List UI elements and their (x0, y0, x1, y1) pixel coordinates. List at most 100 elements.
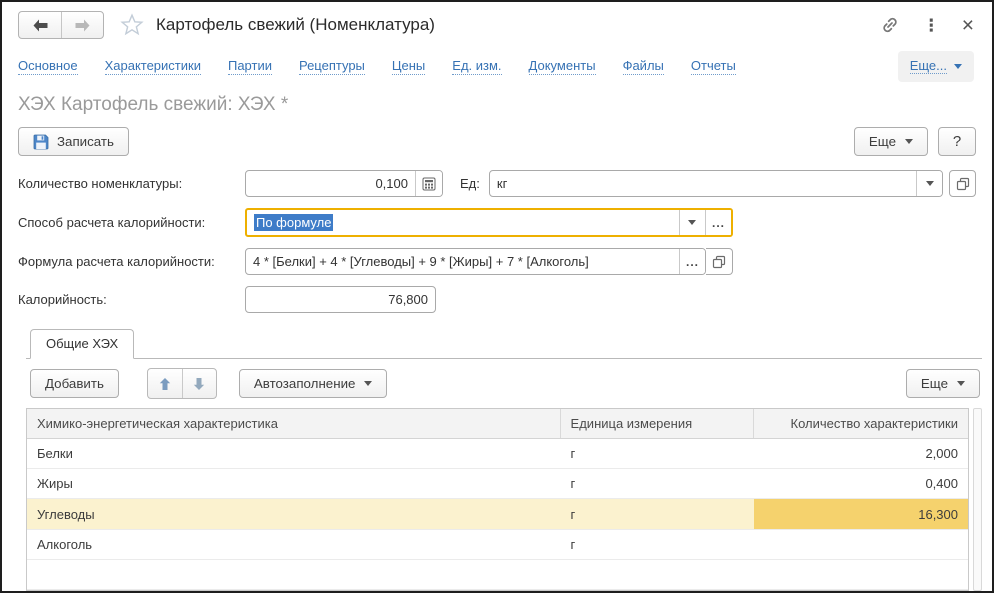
table-header: Химико-энергетическая характеристика Еди… (27, 409, 968, 439)
formula-input[interactable]: 4 * [Белки] + 4 * [Углеводы] + 9 * [Жиры… (246, 249, 679, 274)
window-title: Картофель свежий (Номенклатура) (156, 15, 435, 35)
cell-qty[interactable]: 2,000 (754, 439, 968, 468)
nav-link-prices[interactable]: Цены (392, 58, 425, 75)
nav-link-recipes[interactable]: Рецептуры (299, 58, 365, 75)
table-wrap: Химико-энергетическая характеристика Еди… (26, 408, 982, 591)
vertical-scrollbar[interactable] (973, 408, 982, 591)
chevron-down-icon (926, 181, 934, 186)
cell-unit[interactable]: г (561, 469, 755, 498)
nav-link-units[interactable]: Ед. изм. (452, 58, 501, 75)
forward-arrow-icon (74, 19, 91, 32)
unit-input[interactable]: кг (490, 171, 916, 196)
save-button[interactable]: Записать (18, 127, 129, 156)
quantity-label: Количество номенклатуры: (18, 176, 245, 191)
selected-text: По формуле (254, 214, 333, 231)
move-row-buttons (147, 368, 217, 399)
table-row[interactable]: Алкоголь г (27, 530, 968, 560)
add-row-button[interactable]: Добавить (30, 369, 119, 398)
formula-label: Формула расчета калорийности: (18, 254, 245, 269)
app-window: Картофель свежий (Номенклатура) ⋮ × Осно… (0, 0, 994, 593)
col-header-quantity[interactable]: Количество характеристики (754, 409, 968, 438)
title-bar: Картофель свежий (Номенклатура) ⋮ × (2, 2, 992, 43)
chevron-down-icon (905, 139, 913, 144)
close-icon[interactable]: × (962, 15, 974, 36)
unit-field-group: кг (489, 170, 943, 197)
calories-row: Калорийность: 76,800 (18, 286, 976, 313)
calculator-icon (422, 177, 436, 191)
col-header-characteristic[interactable]: Химико-энергетическая характеристика (27, 409, 561, 438)
more-menu-icon[interactable]: ⋮ (923, 17, 940, 34)
chevron-down-icon (688, 220, 696, 225)
cell-unit[interactable]: г (561, 530, 755, 559)
save-floppy-icon (33, 134, 49, 150)
cell-name[interactable]: Углеводы (27, 499, 561, 528)
calories-label: Калорийность: (18, 292, 245, 307)
cell-name[interactable]: Белки (27, 439, 561, 468)
calculator-button[interactable] (415, 171, 442, 196)
table-row[interactable]: Белки г 2,000 (27, 439, 968, 469)
nav-link-characteristics[interactable]: Характеристики (105, 58, 201, 75)
move-up-button[interactable] (148, 369, 182, 398)
table-row[interactable]: Жиры г 0,400 (27, 469, 968, 499)
formula-field-group: 4 * [Белки] + 4 * [Углеводы] + 9 * [Жиры… (245, 248, 706, 275)
tab-general-hex[interactable]: Общие ХЭХ (30, 329, 134, 359)
method-combobox: По формуле ... (245, 208, 733, 237)
forward-button[interactable] (61, 12, 103, 38)
chevron-down-icon (364, 381, 372, 386)
method-label: Способ расчета калорийности: (18, 215, 245, 230)
method-row: Способ расчета калорийности: По формуле … (18, 208, 976, 237)
method-dropdown-button[interactable] (679, 210, 705, 235)
table-toolbar: Добавить Автозаполнение (26, 359, 982, 408)
calories-field-group: 76,800 (245, 286, 436, 313)
table-more-button[interactable]: Еще (906, 369, 980, 398)
form: Количество номенклатуры: 0,100 Ед: (2, 164, 992, 324)
quantity-row: Количество номенклатуры: 0,100 Ед: (18, 170, 976, 197)
back-button[interactable] (19, 12, 61, 38)
command-bar: Записать Еще ? (2, 118, 992, 164)
chevron-down-icon (954, 64, 962, 69)
table-row-selected[interactable]: Углеводы г 16,300 (27, 499, 968, 529)
col-header-unit[interactable]: Единица измерения (561, 409, 755, 438)
table-row-empty[interactable] (27, 560, 968, 590)
unit-label: Ед: (460, 176, 480, 191)
cell-unit[interactable]: г (561, 499, 755, 528)
method-input[interactable]: По формуле (247, 210, 679, 235)
table-section: Добавить Автозаполнение (26, 359, 982, 591)
commandbar-more-button[interactable]: Еще (854, 127, 928, 156)
method-choose-button[interactable]: ... (705, 210, 731, 235)
hex-table: Химико-энергетическая характеристика Еди… (26, 408, 969, 591)
back-arrow-icon (32, 19, 49, 32)
cell-qty[interactable]: 0,400 (754, 469, 968, 498)
page-title: ХЭХ Картофель свежий: ХЭХ * (2, 88, 992, 118)
nav-link-documents[interactable]: Документы (529, 58, 596, 75)
unit-open-button[interactable] (949, 170, 976, 197)
cell-qty-active[interactable]: 16,300 (754, 499, 968, 528)
quantity-input[interactable]: 0,100 (246, 171, 415, 196)
unit-dropdown-button[interactable] (916, 171, 942, 196)
formula-open-button[interactable] (706, 248, 733, 275)
arrow-down-icon (192, 377, 206, 391)
nav-link-reports[interactable]: Отчеты (691, 58, 736, 75)
formula-choose-button[interactable]: ... (679, 249, 705, 274)
move-down-button[interactable] (182, 369, 216, 398)
favorite-star-icon[interactable] (120, 13, 144, 37)
cell-name[interactable]: Алкоголь (27, 530, 561, 559)
cell-unit[interactable]: г (561, 439, 755, 468)
tab-strip: Общие ХЭХ (26, 328, 982, 359)
nav-link-batches[interactable]: Партии (228, 58, 272, 75)
nav-more-button[interactable]: Еще... (898, 51, 974, 82)
quantity-field-group: 0,100 (245, 170, 443, 197)
section-nav: Основное Характеристики Партии Рецептуры… (2, 43, 992, 88)
nav-link-files[interactable]: Файлы (623, 58, 664, 75)
open-in-window-icon (712, 255, 726, 269)
calories-input[interactable]: 76,800 (246, 287, 435, 312)
open-in-window-icon (956, 177, 970, 191)
formula-row: Формула расчета калорийности: 4 * [Белки… (18, 248, 976, 275)
cell-qty[interactable] (754, 530, 968, 559)
cell-name[interactable]: Жиры (27, 469, 561, 498)
help-button[interactable]: ? (938, 127, 976, 156)
history-nav (18, 11, 104, 39)
autofill-button[interactable]: Автозаполнение (239, 369, 388, 398)
get-link-icon[interactable] (879, 14, 901, 36)
nav-link-main[interactable]: Основное (18, 58, 78, 75)
